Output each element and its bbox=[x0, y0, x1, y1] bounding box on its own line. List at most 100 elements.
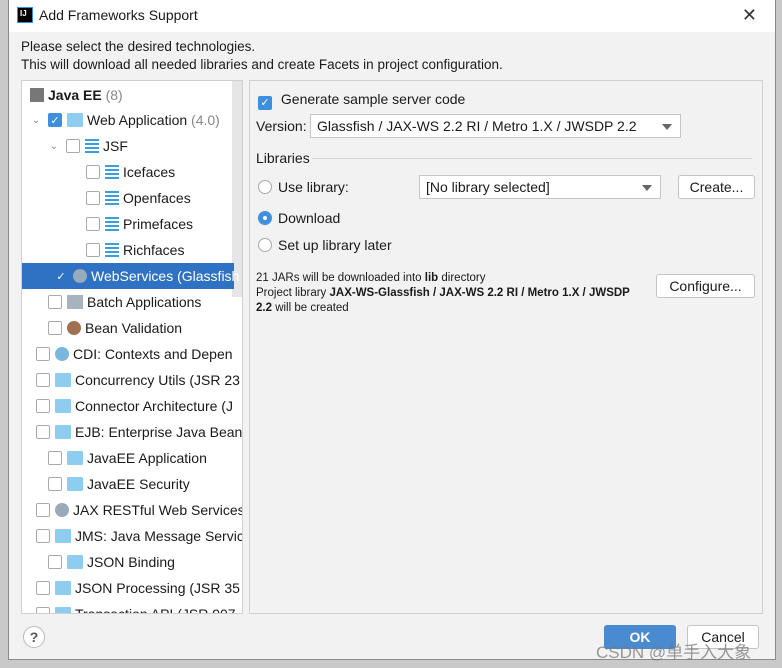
tree-item[interactable]: JavaEE Application bbox=[22, 445, 232, 471]
tree-item-label: CDI: Contexts and Depen bbox=[73, 346, 233, 362]
tree-item[interactable]: JavaEE Security bbox=[22, 471, 232, 497]
group-count: (8) bbox=[105, 87, 123, 103]
tree-item-label: Transaction API (JSR 907 bbox=[75, 606, 236, 614]
use-library-radio[interactable]: Use library: bbox=[258, 179, 349, 195]
tree-item[interactable]: Batch Applications bbox=[22, 289, 232, 315]
web-app-icon bbox=[67, 451, 83, 465]
web-app-icon bbox=[55, 373, 71, 387]
checkbox[interactable]: ✓ bbox=[48, 113, 62, 127]
tree-item[interactable]: Bean Validation bbox=[22, 315, 232, 341]
tree-item-label: Primefaces bbox=[123, 216, 194, 232]
description-line: Please select the desired technologies. bbox=[21, 39, 256, 54]
chevron-down-icon[interactable]: ⌄ bbox=[48, 141, 60, 152]
tree-item-label: JSON Processing (JSR 35 bbox=[75, 580, 240, 596]
globe-icon bbox=[73, 269, 87, 283]
use-library-label: Use library: bbox=[278, 179, 349, 195]
checkbox[interactable] bbox=[36, 373, 50, 387]
checkbox[interactable] bbox=[48, 477, 62, 491]
download-radio[interactable]: Download bbox=[258, 210, 340, 226]
checkbox[interactable] bbox=[36, 347, 50, 361]
tree-item[interactable]: JSON Binding bbox=[22, 549, 232, 575]
checkbox[interactable] bbox=[36, 529, 50, 543]
tree-item[interactable]: EJB: Enterprise Java Beans bbox=[22, 419, 242, 445]
tree-item[interactable]: CDI: Contexts and Depen bbox=[22, 341, 233, 367]
web-app-icon bbox=[67, 555, 83, 569]
tree-item[interactable]: Transaction API (JSR 907 bbox=[22, 601, 236, 613]
radio-selected-icon bbox=[258, 211, 272, 225]
tree-item-label: JSF bbox=[103, 138, 128, 154]
library-dropdown[interactable]: [No library selected] bbox=[419, 175, 661, 199]
chevron-down-icon[interactable]: ⌄ bbox=[30, 115, 42, 126]
checkbox[interactable] bbox=[48, 555, 62, 569]
tree-group-java-ee[interactable]: Java EE (8) bbox=[30, 82, 240, 108]
checkbox[interactable] bbox=[48, 451, 62, 465]
info-text: Project library bbox=[256, 287, 330, 299]
create-button[interactable]: Create... bbox=[678, 175, 755, 199]
dialog-title: Add Frameworks Support bbox=[39, 7, 198, 23]
library-name: 2.2 bbox=[256, 302, 272, 314]
intellij-logo-icon: IJ bbox=[17, 7, 33, 23]
tree-item[interactable]: ⌄ JSF bbox=[22, 133, 232, 159]
checkbox[interactable] bbox=[36, 503, 50, 517]
tree-item[interactable]: Icefaces bbox=[22, 159, 232, 185]
library-value: [No library selected] bbox=[426, 179, 550, 195]
checkbox[interactable] bbox=[86, 217, 100, 231]
description-line: This will download all needed libraries … bbox=[21, 57, 503, 72]
watermark: CSDN @单手入大象 bbox=[596, 643, 752, 662]
libraries-heading: Libraries bbox=[256, 150, 310, 166]
setup-later-radio[interactable]: Set up library later bbox=[258, 237, 392, 253]
checkbox[interactable] bbox=[36, 425, 50, 439]
checkbox[interactable] bbox=[66, 139, 80, 153]
web-app-icon bbox=[55, 581, 71, 595]
tree-item[interactable]: Primefaces bbox=[22, 211, 232, 237]
info-text: directory bbox=[438, 272, 486, 284]
tree-item-label: Concurrency Utils (JSR 23 bbox=[75, 372, 240, 388]
tree-item[interactable]: JMS: Java Message Servic bbox=[22, 523, 242, 549]
jsf-icon bbox=[105, 217, 119, 231]
framework-tree[interactable]: Java EE (8) ⌄ ✓ Web Application (4.0) ⌄ JSF I… bbox=[21, 80, 243, 614]
configure-button[interactable]: Configure... bbox=[656, 274, 755, 298]
tree-item[interactable]: JAX RESTful Web Services bbox=[22, 497, 242, 523]
info-text: will be created bbox=[272, 302, 349, 314]
dropdown-arrow-icon bbox=[642, 185, 652, 191]
tree-item[interactable]: Richfaces bbox=[22, 237, 232, 263]
web-app-icon bbox=[67, 113, 83, 127]
checkbox[interactable] bbox=[36, 399, 50, 413]
checkbox[interactable]: ✓ bbox=[54, 269, 68, 283]
tree-item-label: JAX RESTful Web Services bbox=[73, 502, 243, 518]
close-icon[interactable]: ✕ bbox=[742, 5, 757, 26]
globe-icon bbox=[55, 503, 69, 517]
java-ee-icon bbox=[30, 88, 44, 102]
group-label: Java EE bbox=[48, 87, 102, 103]
generate-sample-checkbox-row[interactable]: ✓ Generate sample server code bbox=[258, 91, 465, 110]
tree-item-label: Bean Validation bbox=[85, 320, 183, 336]
tree-item[interactable]: Concurrency Utils (JSR 23 bbox=[22, 367, 240, 393]
library-name: JAX-WS-Glassfish / JAX-WS 2.2 RI / Metro… bbox=[329, 287, 630, 299]
checkbox[interactable] bbox=[86, 191, 100, 205]
version-label: Version: bbox=[256, 118, 307, 134]
dropdown-arrow-icon bbox=[662, 124, 672, 130]
tree-item-label: WebServices (Glassfish bbox=[91, 268, 240, 284]
checkbox[interactable] bbox=[48, 321, 62, 335]
tree-item-label: Icefaces bbox=[123, 164, 176, 180]
checkbox[interactable] bbox=[86, 243, 100, 257]
tree-item[interactable]: ⌄ ✓ Web Application (4.0) bbox=[22, 107, 232, 133]
tree-item-label: Batch Applications bbox=[87, 294, 202, 310]
tree-item[interactable]: Openfaces bbox=[22, 185, 232, 211]
tree-item[interactable]: Connector Architecture (J bbox=[22, 393, 233, 419]
version-dropdown[interactable]: Glassfish / JAX-WS 2.2 RI / Metro 1.X / … bbox=[310, 114, 681, 138]
checkbox[interactable] bbox=[48, 295, 62, 309]
tree-item[interactable]: ✓ WebServices (Glassfish bbox=[22, 263, 239, 289]
web-app-icon bbox=[67, 477, 83, 491]
checkbox[interactable] bbox=[86, 165, 100, 179]
tree-item[interactable]: JSON Processing (JSR 35 bbox=[22, 575, 240, 601]
checkbox[interactable] bbox=[36, 581, 50, 595]
tree-item-label: Connector Architecture (J bbox=[75, 398, 233, 414]
generate-sample-checkbox[interactable]: ✓ bbox=[258, 95, 272, 110]
tree-item-label: JavaEE Security bbox=[87, 476, 190, 492]
checkbox[interactable] bbox=[36, 607, 50, 613]
info-bold: lib bbox=[424, 272, 439, 284]
divider bbox=[312, 158, 752, 159]
setup-later-label: Set up library later bbox=[278, 237, 392, 253]
help-button[interactable]: ? bbox=[23, 626, 45, 648]
